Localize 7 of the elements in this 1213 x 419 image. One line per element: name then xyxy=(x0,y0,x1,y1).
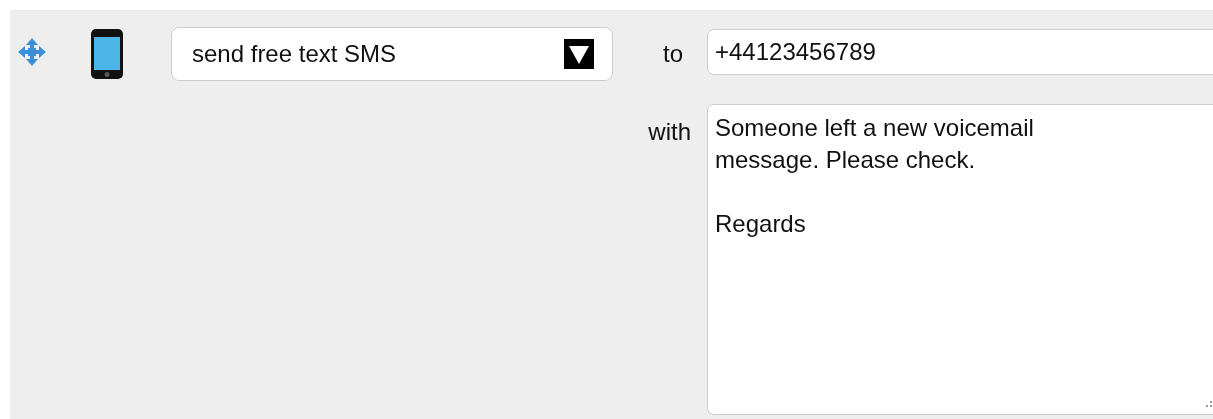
move-icon xyxy=(16,36,48,68)
phone-number-field[interactable]: +44123456789 xyxy=(707,29,1213,75)
with-label: with xyxy=(647,117,691,147)
phone-icon xyxy=(90,28,124,80)
to-label: to xyxy=(662,39,684,69)
action-dropdown[interactable]: send free text SMS xyxy=(171,27,613,81)
message-field[interactable]: Someone left a new voicemail message. Please check. Regards xyxy=(707,104,1213,415)
